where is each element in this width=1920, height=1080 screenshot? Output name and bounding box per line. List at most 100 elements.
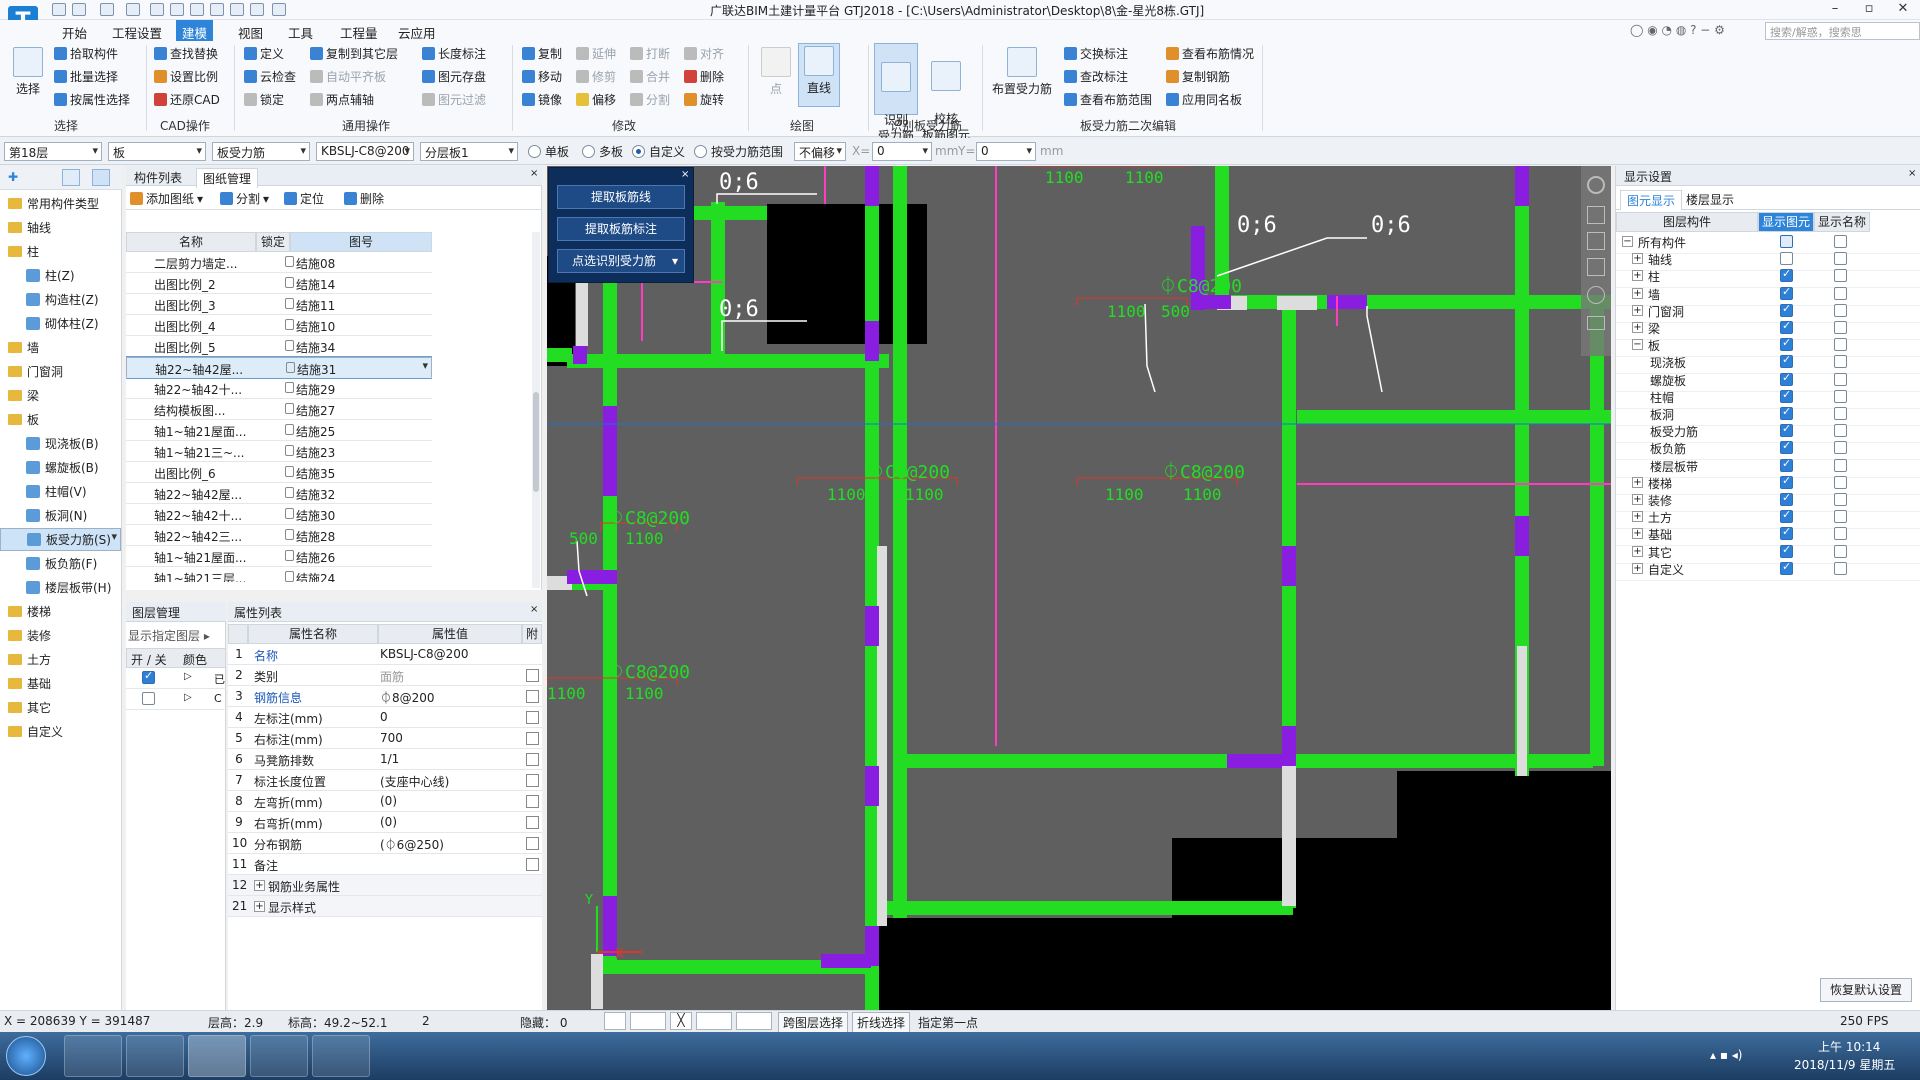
close-panel-icon[interactable]: × [530, 168, 538, 179]
table-row[interactable]: 轴1~轴21三层... 结施24 [126, 567, 432, 582]
split-button[interactable]: 分割 [630, 91, 670, 108]
menu-start[interactable]: 开始 [56, 22, 93, 43]
nav-item[interactable]: 土方 [0, 648, 121, 671]
table-row[interactable]: 轴22~轴42十... 结施30 [126, 504, 432, 525]
top-view-icon[interactable] [1587, 232, 1605, 250]
angle-toggle-icon[interactable] [696, 1012, 732, 1030]
table-row[interactable]: 出图比例_3 结施11 [126, 294, 432, 315]
open-icon[interactable] [150, 3, 164, 16]
lock-icon[interactable] [285, 424, 294, 435]
collapse-icon[interactable]: − [1632, 339, 1643, 351]
cad-drawing[interactable]: 0;6 0;6 0;6 0;6 ⏀C8@200 ⏀C8@200 ⏀C8@200 … [547, 166, 1611, 1010]
table-row[interactable]: 二层剪力墙定... 结施08 [126, 252, 432, 273]
extract-rebar-lines-button[interactable]: 提取板筋线 [557, 185, 685, 209]
print-icon[interactable] [190, 3, 204, 16]
nav-item[interactable]: 基础 [0, 672, 121, 695]
group-cad-label[interactable]: CAD操作 [160, 117, 210, 134]
property-row[interactable]: 21 + 显示样式 [228, 896, 542, 917]
lock-icon[interactable] [285, 256, 294, 267]
locate-button[interactable]: 定位 [284, 190, 324, 207]
table-row[interactable]: 轴22~轴42屋... 结施32 [126, 483, 432, 504]
lock-icon[interactable] [285, 319, 294, 330]
table-row[interactable]: 结构模板图... 结施27 [126, 399, 432, 420]
property-row[interactable]: 8 左弯折(mm) (0) [228, 791, 542, 812]
lock-icon[interactable] [285, 571, 294, 582]
expand-icon[interactable]: + [1632, 511, 1643, 523]
show-name-checkbox[interactable] [1834, 424, 1847, 438]
nav-item[interactable]: 板 [0, 408, 121, 431]
scrollbar-thumb[interactable] [533, 392, 539, 492]
two-point-axis-button[interactable]: 两点辅轴 [310, 91, 374, 108]
lock-icon[interactable] [285, 466, 294, 477]
arrange-rebar-button[interactable]: 布置受力筋 [990, 45, 1054, 97]
set-scale-button[interactable]: 设置比例 [154, 68, 218, 85]
show-name-checkbox[interactable] [1834, 544, 1847, 558]
tray-icons[interactable]: ▴ ▪ ◂) [1710, 1048, 1743, 1062]
attach-checkbox[interactable] [526, 711, 539, 724]
nav-item[interactable]: 门窗洞 [0, 360, 121, 383]
nav-item[interactable]: 板受力筋(S) [0, 528, 121, 551]
show-name-checkbox[interactable] [1834, 407, 1847, 420]
perspective-icon[interactable] [1587, 258, 1605, 276]
cloud-icon[interactable] [170, 3, 184, 16]
batch-select-button[interactable]: 批量选择 [54, 68, 118, 85]
delete-drawing-button[interactable]: 删除 [344, 190, 384, 207]
attach-checkbox[interactable] [526, 690, 539, 703]
lock-icon[interactable] [285, 445, 294, 456]
table-row[interactable]: 轴1~轴21三~... 结施23 [126, 441, 432, 462]
property-row[interactable]: 9 右弯折(mm) (0) [228, 812, 542, 833]
lock-icon[interactable] [286, 362, 295, 373]
table-row[interactable]: 出图比例_6 结施35 [126, 462, 432, 483]
layer-row[interactable]: ▷ 已 [126, 668, 226, 689]
offset-select[interactable]: 不偏移 [794, 142, 846, 161]
scrollbar[interactable] [532, 232, 540, 588]
tab-floor-display[interactable]: 楼层显示 [1680, 190, 1740, 209]
wechat-taskbar-icon[interactable] [312, 1035, 370, 1077]
menu-quantity[interactable]: 工程量 [334, 22, 384, 43]
lock-icon[interactable] [285, 403, 294, 414]
group-draw-label[interactable]: 绘图 [790, 117, 814, 134]
table-row[interactable]: 出图比例_4 结施10 [126, 315, 432, 336]
expand-icon[interactable]: + [1632, 494, 1643, 505]
nav-item[interactable]: 柱(Z) [0, 264, 121, 287]
show-name-checkbox[interactable] [1834, 252, 1847, 266]
show-element-checkbox[interactable] [1780, 353, 1793, 369]
nav-item[interactable]: 装修 [0, 624, 121, 647]
show-name-checkbox[interactable] [1834, 458, 1847, 472]
layer-toggle[interactable] [142, 692, 155, 705]
group-modify-label[interactable]: 修改 [612, 117, 636, 134]
undo-icon[interactable] [100, 3, 114, 16]
redo-icon[interactable] [126, 3, 140, 16]
close-panel-icon[interactable]: × [1908, 168, 1916, 179]
expand-icon[interactable]: + [254, 901, 265, 912]
3d-view-icon[interactable] [1587, 206, 1605, 224]
copy-rebar-button[interactable]: 复制钢筋 [1166, 68, 1230, 85]
show-element-checkbox[interactable] [1780, 252, 1793, 266]
mirror-button[interactable]: 镜像 [522, 91, 562, 108]
expand-icon[interactable]: + [1632, 287, 1643, 299]
close-panel-icon[interactable]: × [530, 604, 538, 615]
lock-icon[interactable] [285, 529, 294, 540]
show-element-checkbox[interactable] [1780, 543, 1793, 558]
define-button[interactable]: 定义 [244, 45, 284, 62]
col-show-element-header[interactable]: 显示图元 [1758, 212, 1814, 232]
lock-icon[interactable] [285, 277, 294, 288]
y-input[interactable]: 0 [976, 142, 1036, 161]
view-range-button[interactable]: 查看布筋范围 [1064, 91, 1152, 108]
select-by-attr-button[interactable]: 按属性选择 [54, 91, 130, 108]
menu-project-settings[interactable]: 工程设置 [106, 22, 168, 43]
cross-layer-select-button[interactable]: 跨图层选择 [778, 1012, 849, 1033]
table-row[interactable]: 轴22~轴42屋... 结施31 [126, 356, 432, 379]
subtype-select[interactable]: 板受力筋 [212, 142, 310, 161]
menu-view[interactable]: 视图 [232, 22, 269, 43]
expand-icon[interactable]: + [1632, 528, 1643, 540]
offset-button[interactable]: 偏移 [576, 91, 616, 108]
auto-flush-button[interactable]: 自动平齐板 [310, 68, 386, 85]
layer-toggle[interactable] [142, 669, 155, 684]
show-name-checkbox[interactable] [1834, 321, 1847, 334]
show-element-checkbox[interactable] [1780, 235, 1793, 248]
attach-checkbox[interactable] [526, 816, 539, 829]
property-row[interactable]: 7 标注长度位置 (支座中心线) [228, 770, 542, 791]
length-dim-button[interactable]: 长度标注 [422, 45, 486, 62]
menu-tools[interactable]: 工具 [282, 22, 319, 43]
